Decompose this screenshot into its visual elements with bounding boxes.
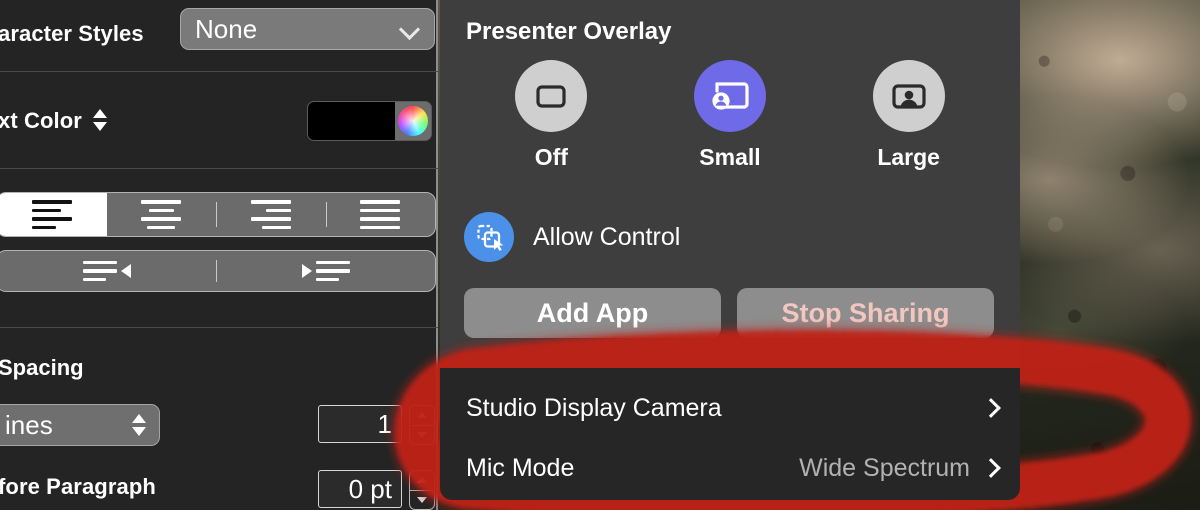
text-color-well[interactable] [307,101,432,141]
color-wheel-icon[interactable] [397,106,428,136]
line-spacing-stepper[interactable] [409,405,435,445]
spacing-section-title: Spacing [0,355,84,380]
line-spacing-stepper-down[interactable] [410,424,434,445]
before-paragraph-value: 0 pt [348,473,392,504]
mic-mode-row[interactable]: Mic Mode Wide Spectrum [440,438,1020,498]
chevron-down-icon [400,19,420,39]
mic-mode-label: Mic Mode [466,453,575,482]
before-paragraph-stepper-down[interactable] [410,489,434,510]
character-styles-value: None [195,13,258,44]
line-spacing-value: 1 [377,408,392,439]
before-paragraph-stepper-up[interactable] [410,471,434,490]
mic-mode-value: Wide Spectrum [799,453,970,482]
small-option-circle[interactable] [693,60,766,132]
allow-control-label: Allow Control [533,222,681,251]
off-option-circle[interactable] [515,60,588,132]
line-spacing-value-field[interactable]: 1 [318,405,402,443]
align-left-button[interactable] [0,193,107,236]
wallpaper-foliage-texture [1010,0,1200,510]
screenshot-root: aracter Styles None xt Color Spacing ine… [0,0,1200,510]
character-styles-label: aracter Styles [0,21,144,46]
large-option-circle[interactable] [872,60,945,132]
person-in-frame-icon [892,84,926,109]
outdent-icon [82,260,131,282]
text-color-swatch[interactable] [308,102,395,140]
add-app-button-label: Add App [536,297,649,328]
stop-sharing-button-label: Stop Sharing [781,297,950,328]
decrease-indent-button[interactable] [0,251,216,291]
presenter-overlay-option-large[interactable]: Large [872,60,945,171]
divider-1 [0,71,438,72]
chevron-right-icon [981,398,1001,418]
paragraph-alignment-segmented-control[interactable] [0,192,436,237]
divider-3 [0,327,438,328]
small-option-label: Small [699,144,761,170]
indent-icon [301,260,350,282]
character-styles-select[interactable]: None [180,8,435,50]
line-spacing-stepper-up[interactable] [410,406,434,425]
paragraph-indent-segmented-control[interactable] [0,250,436,292]
line-spacing-mode-select[interactable]: ines [0,404,160,446]
large-option-label: Large [877,144,940,170]
before-paragraph-label: fore Paragraph [0,474,156,499]
allow-control-row[interactable]: Allow Control [464,212,680,262]
presenter-overlay-option-small[interactable]: Small [693,60,766,171]
align-right-icon [250,200,291,230]
studio-display-camera-row[interactable]: Studio Display Camera [440,378,1020,438]
line-spacing-mode-value: ines [5,409,53,440]
popover-bottom-menu: Studio Display Camera Mic Mode Wide Spec… [440,368,1020,500]
screen-outline-icon [536,85,566,108]
before-paragraph-value-field[interactable]: 0 pt [318,470,402,508]
before-paragraph-stepper[interactable] [409,470,435,510]
align-left-icon [31,200,72,230]
remote-control-cursor-icon [477,224,504,251]
studio-display-camera-label: Studio Display Camera [466,393,722,422]
add-app-button[interactable]: Add App [464,288,721,338]
divider-2 [0,168,438,169]
screen-with-person-icon [712,82,749,110]
off-option-label: Off [534,144,568,170]
presenter-overlay-option-off[interactable]: Off [515,60,588,171]
presenter-overlay-title: Presenter Overlay [466,18,672,45]
align-justify-icon [360,200,401,230]
text-color-label: xt Color [0,108,82,133]
allow-control-toggle[interactable] [464,212,514,262]
align-justify-button[interactable] [325,193,436,236]
align-right-button[interactable] [216,193,326,236]
format-inspector-panel: aracter Styles None xt Color Spacing ine… [0,0,438,510]
increase-indent-button[interactable] [216,251,435,291]
chevron-right-icon [981,458,1001,478]
presenter-overlay-options: Off Small Large [462,60,998,171]
align-center-icon [141,200,182,230]
up-down-arrows-icon[interactable] [92,107,108,133]
up-down-arrows-icon [131,412,147,438]
align-center-button[interactable] [107,193,217,236]
stop-sharing-button[interactable]: Stop Sharing [737,288,994,338]
